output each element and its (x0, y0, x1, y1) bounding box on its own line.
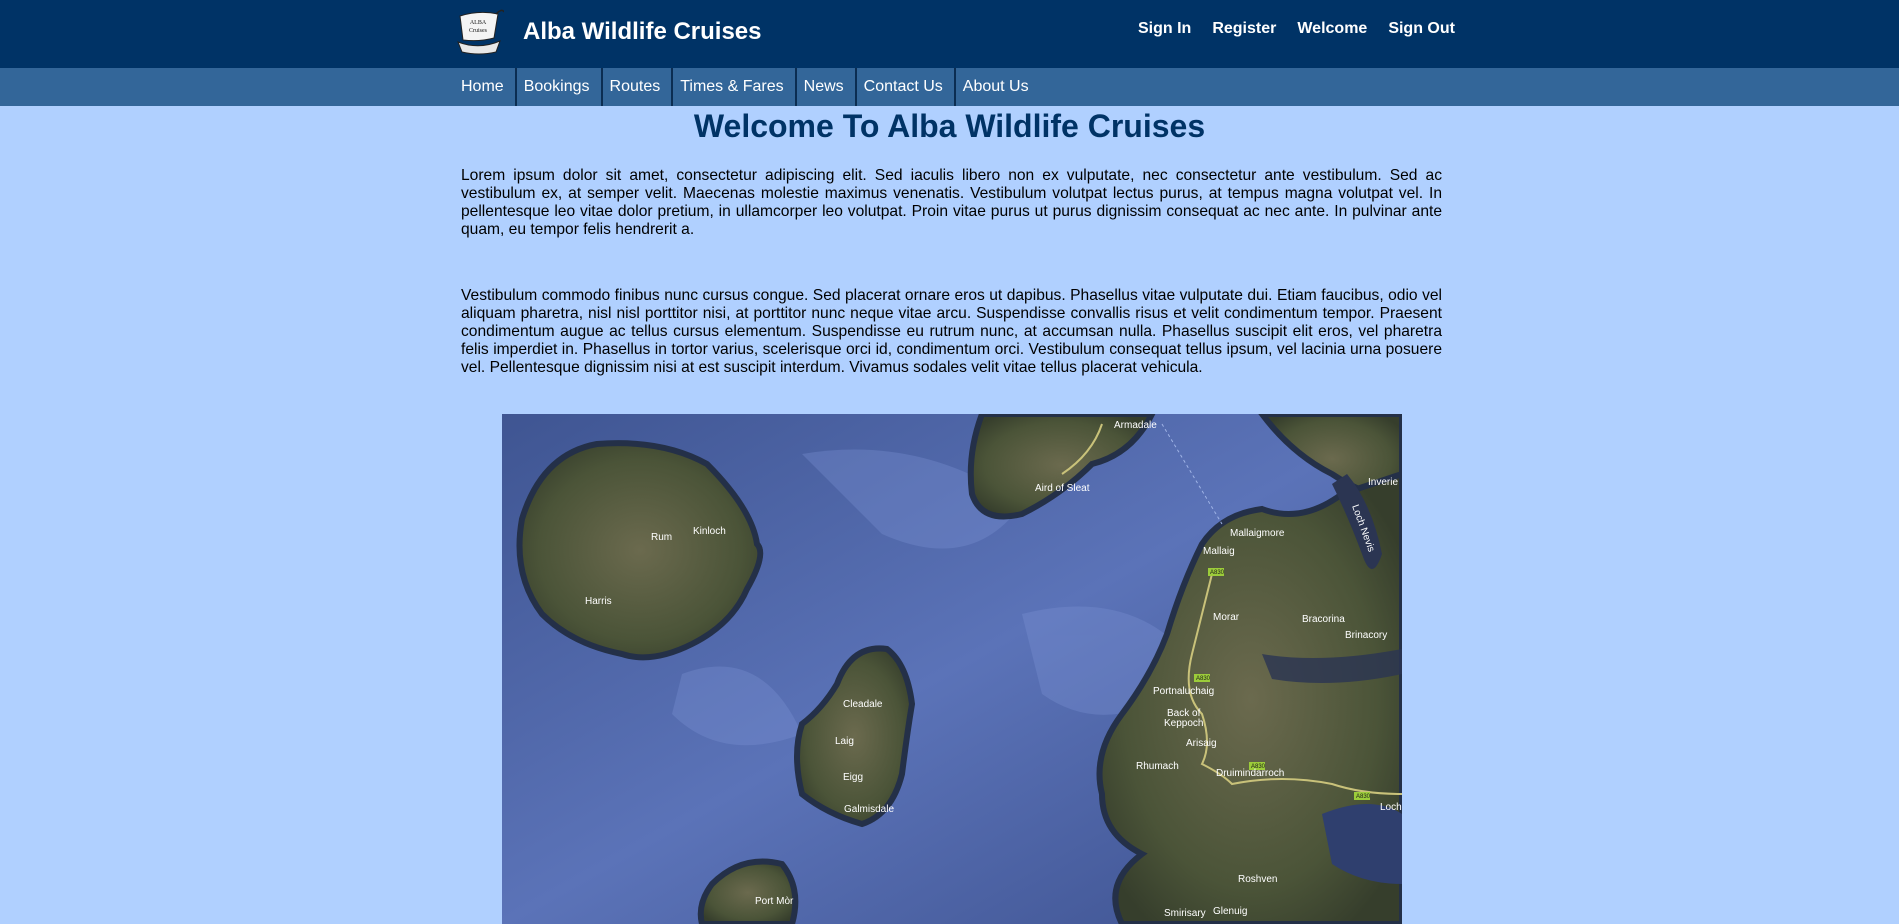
alba-cruises-logo[interactable]: ALBA Cruises (454, 8, 504, 56)
site-header: ALBA Cruises Alba Wildlife Cruises Sign … (0, 0, 1899, 68)
map-graphic: A830 A830 A830 A830 Armadale Aird of Sle… (502, 414, 1402, 924)
label-keppoch: Keppoch (1164, 718, 1203, 729)
road-badge-2: A830 (1194, 674, 1211, 682)
label-eigg: Eigg (843, 772, 863, 783)
label-galmisdale: Galmisdale (844, 804, 894, 815)
label-inverie: Inverie (1368, 477, 1398, 488)
satellite-map[interactable]: A830 A830 A830 A830 Armadale Aird of Sle… (502, 414, 1402, 924)
sign-in-link[interactable]: Sign In (1138, 20, 1191, 38)
label-port-mor: Port Mòr (755, 896, 794, 907)
body-paragraph: Vestibulum commodo finibus nunc cursus c… (461, 287, 1442, 376)
svg-text:A830: A830 (1210, 570, 1225, 576)
main-nav: Home Bookings Routes Times & Fares News … (0, 68, 1899, 106)
label-arisaig: Arisaig (1186, 738, 1217, 749)
label-morar: Morar (1213, 612, 1240, 623)
page-title: Welcome To Alba Wildlife Cruises (693, 108, 1206, 144)
logo-text-line1: ALBA (470, 20, 487, 26)
site-title[interactable]: Alba Wildlife Cruises (523, 18, 762, 46)
road-badge-1: A830 (1208, 568, 1225, 576)
label-druimindarroch: Druimindarroch (1216, 768, 1284, 779)
label-glenuig: Glenuig (1213, 906, 1247, 917)
label-mallaigmore: Mallaigmore (1230, 528, 1285, 539)
label-brinacory: Brinacory (1345, 630, 1387, 641)
sign-out-link[interactable]: Sign Out (1388, 20, 1455, 38)
label-portnaluchaig: Portnaluchaig (1153, 686, 1214, 697)
label-cleadale: Cleadale (843, 699, 883, 710)
svg-text:A830: A830 (1196, 676, 1211, 682)
label-roshven: Roshven (1238, 874, 1277, 885)
svg-text:A830: A830 (1356, 794, 1371, 800)
label-harris: Harris (585, 596, 612, 607)
label-aird-of-sleat: Aird of Sleat (1035, 483, 1090, 494)
label-rhumach: Rhumach (1136, 761, 1179, 772)
nav-item-bookings[interactable]: Bookings (517, 68, 603, 106)
label-armadale: Armadale (1114, 420, 1157, 431)
label-loch: Loch (1380, 802, 1402, 813)
road-badge-4: A830 (1354, 792, 1371, 800)
label-kinloch: Kinloch (693, 526, 726, 537)
intro-paragraph: Lorem ipsum dolor sit amet, consectetur … (461, 167, 1442, 238)
nav-item-times-fares[interactable]: Times & Fares (673, 68, 797, 106)
label-mallaig: Mallaig (1203, 546, 1235, 557)
label-laig: Laig (835, 736, 854, 747)
label-bracorina: Bracorina (1302, 614, 1345, 625)
logo-text-line2: Cruises (469, 28, 488, 34)
register-link[interactable]: Register (1212, 20, 1276, 38)
nav-item-home[interactable]: Home (454, 68, 517, 106)
nav-item-routes[interactable]: Routes (603, 68, 674, 106)
account-links: Sign In Register Welcome Sign Out (1138, 20, 1455, 38)
label-smirisary: Smirisary (1164, 908, 1206, 919)
welcome-link[interactable]: Welcome (1297, 20, 1367, 38)
label-rum: Rum (651, 532, 672, 543)
nav-item-news[interactable]: News (797, 68, 857, 106)
nav-item-about-us[interactable]: About Us (956, 68, 1040, 106)
nav-item-contact-us[interactable]: Contact Us (857, 68, 956, 106)
